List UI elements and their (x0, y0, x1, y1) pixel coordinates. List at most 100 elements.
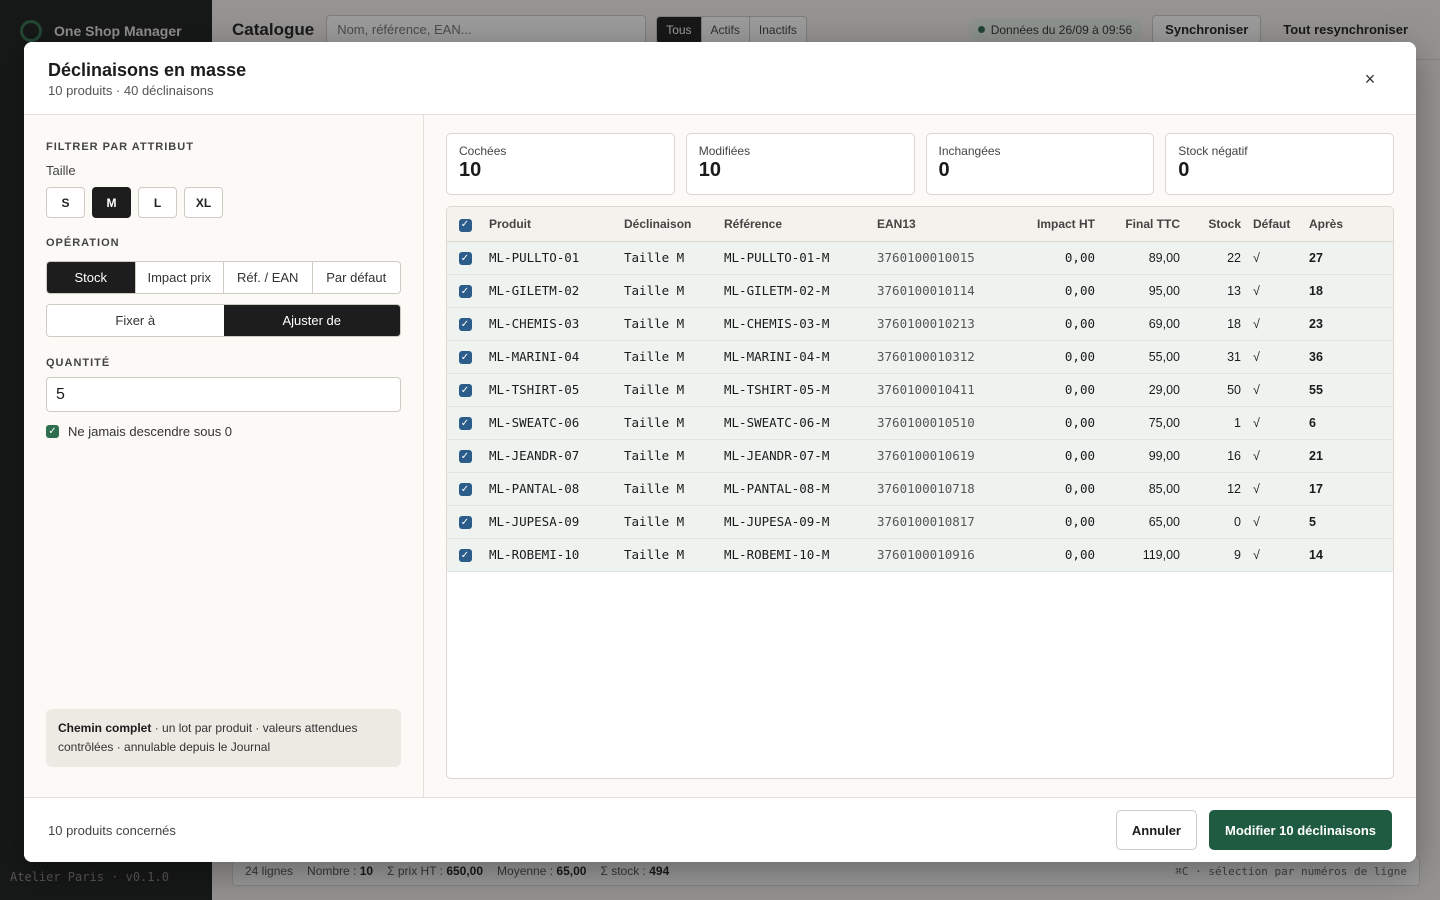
col-ean13[interactable]: EAN13 (871, 207, 999, 241)
row-checkbox-cell[interactable]: ✓ (447, 241, 483, 274)
cell-defaut: √ (1253, 448, 1260, 463)
tab-default[interactable]: Par défaut (312, 262, 400, 293)
cell-stock: 50 (1227, 382, 1241, 397)
tab-ref-ean[interactable]: Réf. / EAN (224, 262, 313, 293)
row-checkbox-cell[interactable]: ✓ (447, 274, 483, 307)
cell-reference: ML-SWEATC-06-M (724, 415, 830, 430)
cell-reference: ML-TSHIRT-05-M (724, 382, 830, 397)
table-header-row: ✓ Produit Déclinaison Référence EAN13 Im… (447, 207, 1393, 241)
table-row[interactable]: ✓ ML-PANTAL-08 Taille M ML-PANTAL-08-M 3… (447, 472, 1393, 505)
col-apres[interactable]: Après (1303, 207, 1393, 241)
size-button-xl[interactable]: XL (184, 187, 223, 218)
cell-defaut: √ (1253, 481, 1260, 496)
cell-impact-ht: 0,00 (1064, 448, 1095, 463)
row-checkbox[interactable]: ✓ (458, 285, 472, 299)
select-all-header[interactable]: ✓ (447, 207, 483, 241)
cell-declinaison: Taille M (624, 349, 685, 364)
stat-card-checked: Cochées 10 (446, 133, 675, 195)
row-checkbox[interactable]: ✓ (458, 318, 472, 332)
tab-stock[interactable]: Stock (47, 262, 136, 293)
never-below-zero-option[interactable]: ✓ Ne jamais descendre sous 0 (46, 424, 401, 439)
stat-card-unchanged: Inchangées 0 (925, 133, 1155, 195)
options-panel: Filtrer par attribut Taille S M L XL Opé… (24, 115, 424, 797)
row-checkbox-cell[interactable]: ✓ (447, 472, 483, 505)
mode-adjust-by[interactable]: Ajuster de (223, 305, 400, 336)
row-checkbox[interactable]: ✓ (458, 549, 472, 563)
row-checkbox-cell[interactable]: ✓ (447, 439, 483, 472)
cell-stock: 31 (1227, 349, 1241, 364)
table-row[interactable]: ✓ ML-PULLTO-01 Taille M ML-PULLTO-01-M 3… (447, 241, 1393, 274)
col-defaut[interactable]: Défaut (1247, 207, 1303, 241)
operation-section-label: Opération (46, 237, 120, 249)
row-checkbox[interactable]: ✓ (458, 252, 472, 266)
row-checkbox[interactable]: ✓ (458, 483, 472, 497)
row-checkbox[interactable]: ✓ (458, 516, 472, 530)
quantity-input[interactable] (46, 377, 401, 412)
row-checkbox-cell[interactable]: ✓ (447, 505, 483, 538)
cell-declinaison: Taille M (624, 250, 685, 265)
col-declinaison[interactable]: Déclinaison (618, 207, 718, 241)
modal-subtitle: 10 produits · 40 déclinaisons (48, 83, 214, 98)
col-impact-ht[interactable]: Impact HT (999, 207, 1101, 241)
footer-info: 10 produits concernés (48, 822, 176, 838)
stat-card-modified: Modifiées 10 (685, 133, 915, 195)
col-produit[interactable]: Produit (483, 207, 618, 241)
cell-stock: 12 (1227, 481, 1241, 496)
cell-reference: ML-CHEMIS-03-M (724, 316, 830, 331)
cell-defaut: √ (1253, 514, 1260, 529)
row-checkbox[interactable]: ✓ (458, 384, 472, 398)
row-checkbox[interactable]: ✓ (458, 450, 472, 464)
table-row[interactable]: ✓ ML-JEANDR-07 Taille M ML-JEANDR-07-M 3… (447, 439, 1393, 472)
table-row[interactable]: ✓ ML-SWEATC-06 Taille M ML-SWEATC-06-M 3… (447, 406, 1393, 439)
cancel-button[interactable]: Annuler (1115, 810, 1197, 850)
cell-ean13: 3760100010817 (877, 514, 975, 529)
stat-value: 0 (1178, 159, 1190, 181)
cell-ean13: 3760100010619 (877, 448, 975, 463)
row-checkbox-cell[interactable]: ✓ (447, 340, 483, 373)
cell-ean13: 3760100010411 (877, 382, 975, 397)
size-button-s[interactable]: S (46, 187, 85, 218)
cell-stock: 0 (1234, 514, 1241, 529)
table-row[interactable]: ✓ ML-TSHIRT-05 Taille M ML-TSHIRT-05-M 3… (447, 373, 1393, 406)
cell-reference: ML-JEANDR-07-M (724, 448, 830, 463)
cell-apres: 5 (1309, 514, 1316, 529)
row-checkbox-cell[interactable]: ✓ (447, 307, 483, 340)
tab-price-impact[interactable]: Impact prix (135, 262, 224, 293)
close-icon[interactable]: × (1358, 68, 1382, 92)
select-all-checkbox[interactable]: ✓ (458, 218, 472, 232)
table-row[interactable]: ✓ ML-JUPESA-09 Taille M ML-JUPESA-09-M 3… (447, 505, 1393, 538)
table-row[interactable]: ✓ ML-MARINI-04 Taille M ML-MARINI-04-M 3… (447, 340, 1393, 373)
preview-panel: Cochées 10 Modifiées 10 Inchangées 0 Sto… (424, 115, 1416, 797)
col-stock[interactable]: Stock (1186, 207, 1247, 241)
cell-produit: ML-GILETM-02 (489, 283, 580, 298)
cell-declinaison: Taille M (624, 316, 685, 331)
table-row[interactable]: ✓ ML-GILETM-02 Taille M ML-GILETM-02-M 3… (447, 274, 1393, 307)
table-row[interactable]: ✓ ML-CHEMIS-03 Taille M ML-CHEMIS-03-M 3… (447, 307, 1393, 340)
cell-ean13: 3760100010312 (877, 349, 975, 364)
submit-button[interactable]: Modifier 10 déclinaisons (1209, 810, 1392, 850)
cell-declinaison: Taille M (624, 448, 685, 463)
row-checkbox-cell[interactable]: ✓ (447, 373, 483, 406)
row-checkbox[interactable]: ✓ (458, 351, 472, 365)
cell-produit: ML-JUPESA-09 (489, 514, 580, 529)
footer-actions: Annuler Modifier 10 déclinaisons (1115, 810, 1392, 850)
table-row[interactable]: ✓ ML-ROBEMI-10 Taille M ML-ROBEMI-10-M 3… (447, 538, 1393, 571)
cell-final-ttc: 75,00 (1148, 415, 1180, 430)
quantity-section-label: Quantité (46, 357, 111, 369)
cell-ean13: 3760100010114 (877, 283, 975, 298)
mode-set-to[interactable]: Fixer à (47, 305, 224, 336)
size-button-m[interactable]: M (92, 187, 131, 218)
col-final-ttc[interactable]: Final TTC (1101, 207, 1186, 241)
stat-value: 0 (938, 159, 950, 181)
row-checkbox[interactable]: ✓ (458, 417, 472, 431)
info-box: Chemin complet · un lot par produit · va… (46, 709, 401, 767)
size-button-l[interactable]: L (138, 187, 177, 218)
col-reference[interactable]: Référence (718, 207, 871, 241)
cell-impact-ht: 0,00 (1064, 514, 1095, 529)
variants-table: ✓ Produit Déclinaison Référence EAN13 Im… (446, 206, 1394, 779)
row-checkbox-cell[interactable]: ✓ (447, 406, 483, 439)
stat-label: Stock négatif (1178, 144, 1248, 158)
checkmark-icon[interactable]: ✓ (46, 425, 59, 438)
cell-final-ttc: 99,00 (1148, 448, 1180, 463)
row-checkbox-cell[interactable]: ✓ (447, 538, 483, 571)
